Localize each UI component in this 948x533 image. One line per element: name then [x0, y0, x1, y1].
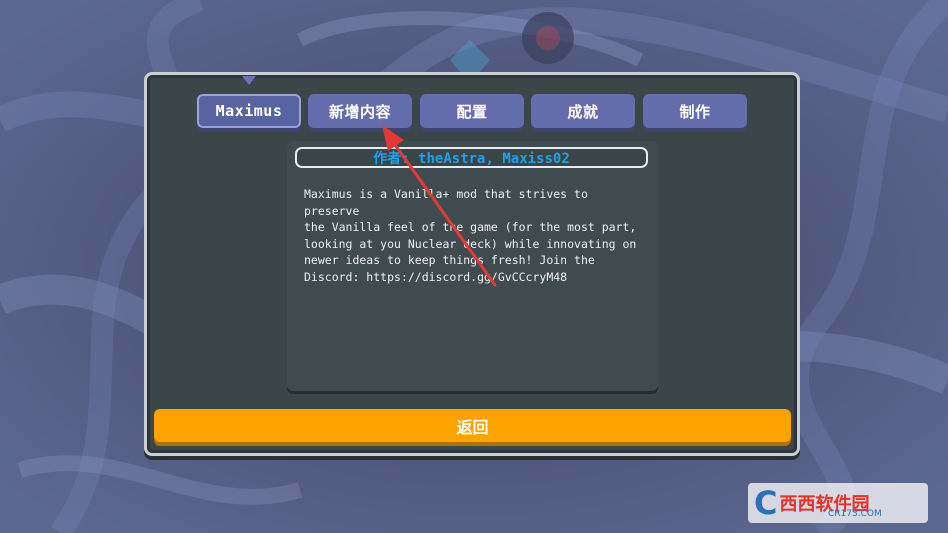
tab-maximus[interactable]: Maximus	[197, 94, 301, 128]
tab-achievements[interactable]: 成就	[531, 94, 635, 128]
tab-new-content[interactable]: 新增内容	[308, 94, 412, 128]
author-line: 作者: theAstra, Maxiss02	[295, 147, 648, 168]
back-button[interactable]: 返回	[154, 409, 791, 442]
watermark-mark: C	[754, 484, 778, 522]
active-tab-pointer	[242, 76, 256, 85]
watermark-logo: C 西西软件园 CR173.COM	[748, 483, 928, 523]
watermark-sub: CR173.COM	[828, 509, 882, 519]
mod-description: Maximus is a Vanilla+ mod that strives t…	[304, 187, 637, 284]
tab-config[interactable]: 配置	[420, 94, 524, 128]
tab-credits[interactable]: 制作	[643, 94, 747, 128]
